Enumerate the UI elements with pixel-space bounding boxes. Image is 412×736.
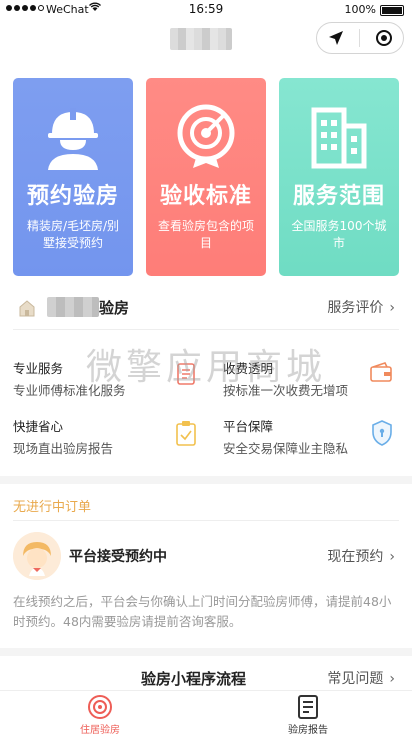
battery-percent: 100% <box>344 3 376 16</box>
battery-icon <box>380 5 404 16</box>
faq-link[interactable]: 常见问题 › <box>327 668 395 688</box>
document-icon <box>175 362 197 390</box>
shield-icon <box>371 420 393 450</box>
card-subtitle: 全国服务100个城市 <box>291 219 387 250</box>
card-subtitle: 查看验房包含的项目 <box>157 219 254 250</box>
feature-desc: 现场直出验房报告 <box>13 441 114 456</box>
wallet-icon <box>369 362 393 388</box>
feature-desc: 安全交易保障业主隐私 <box>223 441 349 456</box>
feature-title: 平台保障 <box>223 419 274 434</box>
feature-cards: 预约验房 精装房/毛坯房/别墅接受预约 验收标准 查看验房包含的项目 服务范围 … <box>13 78 399 276</box>
target-circle-icon[interactable] <box>369 24 399 52</box>
service-evaluation-link[interactable]: 服务评价 › <box>327 297 395 317</box>
feature-title: 快捷省心 <box>13 419 64 434</box>
card-title: 预约验房 <box>26 184 119 209</box>
feature-title: 收费透明 <box>223 361 274 376</box>
book-now-link[interactable]: 现在预约 › <box>327 546 395 566</box>
feature-desc: 按标准一次收费无增项 <box>223 383 349 398</box>
tab-bar: 住居验房 验房报告 <box>0 690 412 736</box>
tab-label: 住居验房 <box>80 725 120 736</box>
faq-label: 常见问题 <box>327 671 384 687</box>
card-book-inspection[interactable]: 预约验房 精装房/毛坯房/别墅接受预约 <box>13 78 133 276</box>
feature-title: 专业服务 <box>13 361 64 376</box>
target-circle-icon <box>40 693 160 721</box>
target-badge-icon <box>146 100 266 170</box>
card-acceptance-standard[interactable]: 验收标准 查看验房包含的项目 <box>146 78 266 276</box>
location-arrow-icon[interactable] <box>321 24 351 52</box>
orders-section-title: 无进行中订单 <box>13 500 92 515</box>
tab-label: 验房报告 <box>288 725 328 736</box>
chevron-right-icon: › <box>389 300 395 316</box>
tab-home-inspection[interactable]: 住居验房 <box>40 693 160 736</box>
section-separator <box>0 648 412 656</box>
order-status-text: 平台接受预约中 <box>69 549 167 565</box>
card-subtitle: 精装房/毛坯房/别墅接受预约 <box>26 219 120 250</box>
feature-item: 收费透明 按标准一次收费无增项 <box>223 348 399 400</box>
divider <box>13 520 399 521</box>
card-title: 验收标准 <box>159 184 252 209</box>
capsule-divider <box>359 29 361 47</box>
house-icon <box>17 298 37 322</box>
card-title: 服务范围 <box>292 184 385 209</box>
navigation-bar <box>0 20 412 62</box>
report-icon <box>248 693 368 721</box>
feature-desc: 专业师傅标准化服务 <box>13 383 126 398</box>
chevron-right-icon: › <box>389 671 395 687</box>
book-now-label: 现在预约 <box>327 549 384 565</box>
feature-item: 平台保障 安全交易保障业主隐私 <box>223 406 399 458</box>
feature-item: 快捷省心 现场直出验房报告 <box>13 406 203 458</box>
tab-inspection-report[interactable]: 验房报告 <box>248 693 368 736</box>
chevron-right-icon: › <box>389 549 395 565</box>
section-separator <box>0 476 412 484</box>
card-service-area[interactable]: 服务范围 全国服务100个城市 <box>279 78 399 276</box>
order-status-row[interactable]: 平台接受预约中 现在预约 › <box>13 530 399 582</box>
status-bar: WeChat 16:59 100% <box>0 0 412 20</box>
clipboard-check-icon <box>175 420 197 450</box>
inspection-label: 验房 <box>99 299 130 317</box>
process-title: 验房小程序流程 <box>141 670 247 688</box>
avatar <box>13 532 61 580</box>
blurred-brand <box>47 297 99 317</box>
buildings-icon <box>279 100 399 170</box>
service-evaluation-label: 服务评价 <box>327 300 384 316</box>
mini-program-capsule <box>316 22 404 54</box>
booking-note: 在线预约之后，平台会与你确认上门时间分配验房师傅，请提前48小时预约。48内需要… <box>13 594 392 629</box>
service-features: 专业服务 专业师傅标准化服务 收费透明 按标准一次收费无增项 快捷省心 现场直出… <box>13 348 399 468</box>
blurred-page-title <box>170 28 232 50</box>
service-evaluation-row[interactable]: 验房 服务评价 › <box>13 286 399 330</box>
feature-item: 专业服务 专业师傅标准化服务 <box>13 348 203 400</box>
worker-helmet-icon <box>13 100 133 170</box>
